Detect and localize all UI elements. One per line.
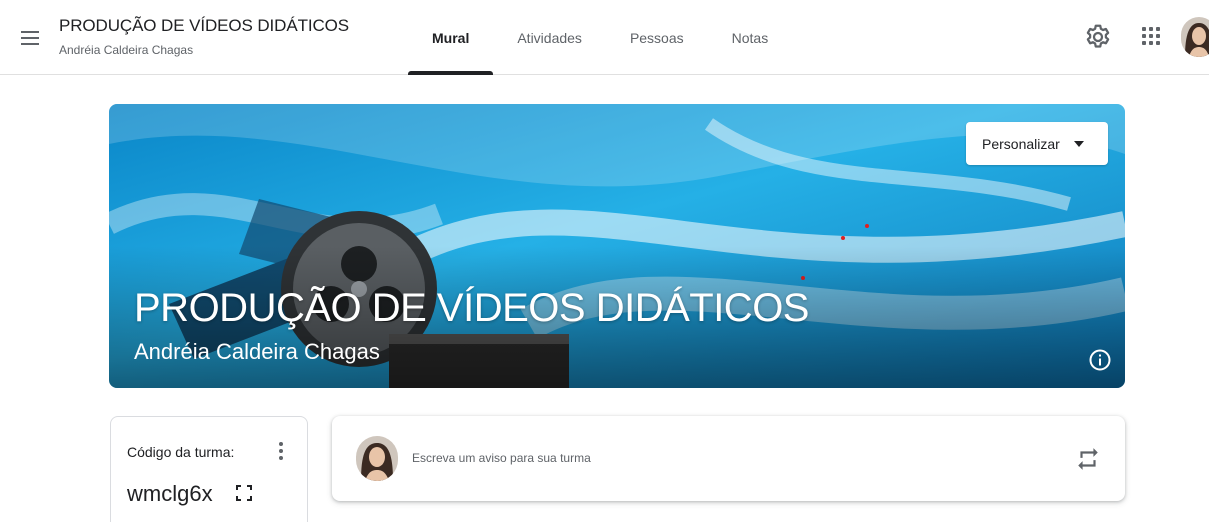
tab-pessoas[interactable]: Pessoas <box>606 0 708 75</box>
announcement-composer[interactable]: Escreva um aviso para sua turma <box>332 416 1125 501</box>
class-banner: PRODUÇÃO DE VÍDEOS DIDÁTICOS Andréia Cal… <box>109 104 1125 388</box>
banner-class-title: PRODUÇÃO DE VÍDEOS DIDÁTICOS <box>134 286 809 330</box>
customize-label: Personalizar <box>982 135 1060 152</box>
banner-teacher-name: Andréia Caldeira Chagas <box>134 339 380 364</box>
customize-button[interactable]: Personalizar <box>966 122 1108 165</box>
top-app-bar: PRODUÇÃO DE VÍDEOS DIDÁTICOS Andréia Cal… <box>0 0 1209 75</box>
info-icon[interactable] <box>1088 348 1112 372</box>
avatar <box>356 436 398 481</box>
avatar[interactable] <box>1181 17 1209 57</box>
apps-grid-icon[interactable] <box>1137 22 1165 50</box>
class-teacher-name: Andréia Caldeira Chagas <box>59 43 194 57</box>
tab-atividades[interactable]: Atividades <box>493 0 606 75</box>
class-code-card: Código da turma: wmclg6x <box>110 416 308 522</box>
caret-down-icon <box>1073 140 1084 147</box>
hamburger-menu-icon[interactable] <box>14 22 46 54</box>
class-code-label: Código da turma: <box>127 444 235 460</box>
gear-icon[interactable] <box>1083 22 1113 52</box>
tab-mural[interactable]: Mural <box>408 0 494 75</box>
more-vert-icon[interactable] <box>271 439 291 463</box>
tab-notas[interactable]: Notas <box>708 0 793 75</box>
class-title[interactable]: PRODUÇÃO DE VÍDEOS DIDÁTICOS <box>59 16 349 36</box>
fullscreen-icon[interactable] <box>235 484 253 502</box>
repost-icon[interactable] <box>1075 446 1101 472</box>
class-tabs: Mural Atividades Pessoas Notas <box>408 0 792 75</box>
class-code-value: wmclg6x <box>127 481 213 506</box>
announcement-placeholder[interactable]: Escreva um aviso para sua turma <box>412 451 591 465</box>
